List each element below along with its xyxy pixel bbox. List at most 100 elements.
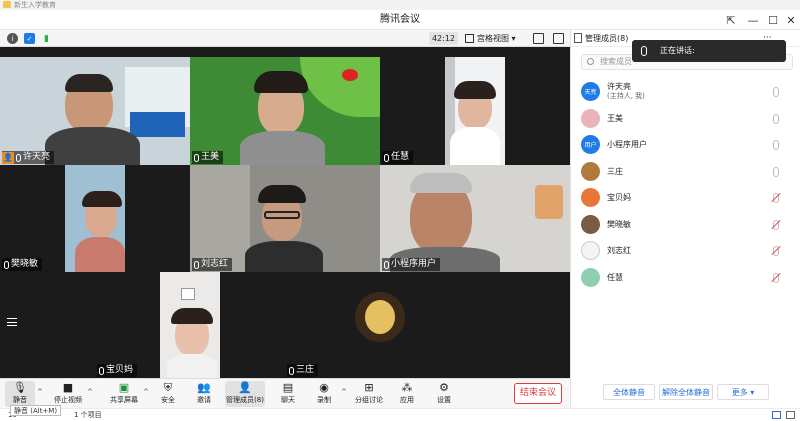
window-title: 腾讯会议 [380,14,420,25]
chevron-up-icon[interactable]: ^ [87,388,93,396]
unmute-all-button[interactable]: 解除全体静音 [659,384,713,400]
video-icon: ■ [62,381,74,394]
video-tile[interactable]: 刘志红 [190,165,380,272]
panel-toggle-icon[interactable] [574,33,582,43]
video-tile[interactable]: 任慧 [380,57,570,165]
end-meeting-button[interactable]: 结束会议 [514,383,562,404]
participant-name-tag: 任慧 [382,151,414,164]
signal-icon[interactable]: ▮ [41,33,52,44]
mic-icon[interactable] [773,166,779,177]
chat-icon: ▤ [282,381,294,394]
stop-video-button[interactable]: ■ 停止视频 [50,381,86,407]
list-view-icon[interactable] [772,411,781,419]
mute-button[interactable]: 🎙 静音 [5,381,35,407]
video-stage: 👤 许天亮 王美 任慧 樊晓敏 刘志红 小程序用户 宝贝妈 三庄 [0,47,570,378]
fullscreen-icon[interactable] [533,33,544,44]
member-name: 小程序用户 [607,140,647,149]
avatar: 天亮 [581,82,600,101]
status-items: 1 个项目 [74,411,102,419]
avatar: 用户 [581,135,600,154]
mic-muted-icon[interactable] [773,219,779,230]
apps-icon: ⁂ [401,381,413,394]
meeting-toolbar: i ✓ ▮ 42:12 宫格视图 ▾ [0,30,570,47]
mic-icon [194,260,199,269]
breakout-icon: ⊞ [364,381,374,394]
settings-button[interactable]: ⚙ 设置 [432,381,456,407]
members-panel-title: 管理成员(8) [585,34,629,43]
folder-icon [3,1,11,8]
breakout-button[interactable]: ⊞ 分组讨论 [352,381,386,407]
record-button[interactable]: ◉ 录制 [312,381,336,407]
mic-muted-icon[interactable] [773,246,779,256]
member-name: 三庄 [607,166,623,176]
meeting-timer: 42:12 [429,32,458,45]
security-shield-icon[interactable]: ✓ [24,33,35,44]
share-screen-button[interactable]: ▣ 共享屏幕 [106,381,142,407]
video-tile[interactable]: 王美 [190,57,380,165]
tile-view-icon[interactable] [786,411,795,419]
manage-members-button[interactable]: 👤 管理成员(8) [225,381,265,407]
member-row[interactable]: 樊晓敏 [571,213,800,237]
shield-icon: ⛨ [163,380,173,394]
member-row[interactable]: 三庄 [571,160,800,184]
view-mode-button[interactable]: 宫格视图 ▾ [465,32,516,45]
member-row[interactable]: 王美 [571,107,800,131]
chat-button[interactable]: ▤ 聊天 [276,381,300,407]
video-tile[interactable]: 宝贝妈 [95,272,285,378]
mic-icon [289,366,294,375]
menu-icon[interactable] [7,318,17,326]
member-name: 任慧 [607,272,623,282]
mic-muted-icon[interactable] [773,193,779,203]
participant-name-tag: 王美 [192,151,224,164]
more-button[interactable]: 更多 ▾ [717,384,769,400]
avatar [581,267,600,287]
members-icon: 👤 [238,381,252,394]
background-folder-label: 新生入学教育 [14,1,56,9]
info-icon[interactable]: i [7,33,18,44]
search-icon [587,58,594,65]
member-row[interactable]: 用户 小程序用户 [571,133,800,157]
host-icon: 👤 [2,151,14,164]
avatar [581,241,600,260]
minimize-button[interactable]: — [745,12,761,28]
maximize-button[interactable]: ☐ [765,12,781,28]
mic-icon [99,366,104,375]
close-button[interactable]: ✕ [783,12,799,28]
mic-muted-icon[interactable] [773,272,779,283]
participant-name-tag: 刘志红 [192,258,233,271]
mute-all-button[interactable]: 全体静音 [603,384,655,400]
video-tile[interactable]: 小程序用户 [380,165,570,272]
participant-name-tag: 樊晓敏 [2,258,43,271]
security-button[interactable]: ⛨ 安全 [156,381,180,407]
invite-button[interactable]: 👥 邀请 [192,381,216,407]
member-name: 樊晓敏 [607,219,631,229]
member-row[interactable]: 任慧 [571,266,800,290]
mic-icon[interactable] [773,87,779,97]
mic-icon [384,260,389,269]
layout-icon[interactable] [553,33,564,44]
video-tile[interactable]: 三庄 [285,272,475,378]
chevron-up-icon[interactable]: ^ [37,388,43,396]
mic-icon[interactable] [773,140,779,150]
pin-icon[interactable]: ⇱ [723,12,739,28]
chevron-up-icon[interactable]: ^ [143,388,149,396]
mic-icon [4,260,9,269]
chevron-up-icon[interactable]: ^ [341,388,347,396]
members-panel: 管理成员(8) ··· 搜索成员 天亮 许天亮 (主持人, 我) 王美 用户 小程序用户三… [570,30,800,408]
video-tile[interactable]: 樊晓敏 [0,165,190,272]
member-row[interactable]: 天亮 许天亮 (主持人, 我) [571,80,800,104]
apps-button[interactable]: ⁂ 应用 [395,381,419,407]
avatar [581,188,600,207]
participant-name-tag: 宝贝妈 [97,364,138,377]
avatar [581,161,600,181]
invite-icon: 👥 [197,381,211,394]
title-bar: 腾讯会议 ⇱ — ☐ ✕ [0,10,800,30]
video-tile[interactable]: 👤 许天亮 [0,57,190,165]
background-window-strip: 新生入学教育 [0,0,800,10]
member-row[interactable]: 刘志红 [571,239,800,263]
mic-icon[interactable] [773,113,779,124]
grid-icon [465,34,474,43]
member-row[interactable]: 宝贝妈 [571,186,800,210]
member-name: 宝贝妈 [607,193,631,202]
participant-name-tag: 👤 许天亮 [2,151,55,164]
